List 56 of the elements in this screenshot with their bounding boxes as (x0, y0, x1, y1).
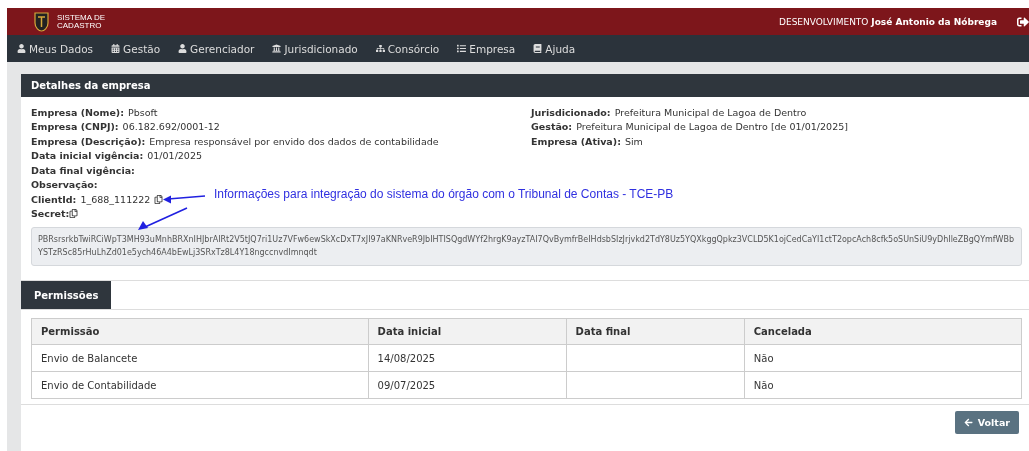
table-cell: 09/07/2025 (368, 371, 567, 399)
nav-item[interactable]: Meus Dados (17, 42, 94, 55)
user-icon (178, 44, 188, 53)
crest-logo-icon (34, 11, 49, 32)
field-label: Secret: (31, 208, 70, 220)
field-value: Pbsoft (128, 106, 158, 118)
field-label: Observação: (31, 179, 98, 191)
arrow-left-icon (963, 418, 973, 427)
column-header: Data inicial (368, 318, 567, 345)
nav-item[interactable]: Ajuda (533, 42, 576, 55)
tab[interactable]: Permissões (21, 281, 112, 309)
table-cell: Envio de Contabilidade (31, 371, 369, 399)
user-icon (17, 44, 26, 53)
list-icon (457, 44, 467, 53)
table-cell: Não (744, 371, 1022, 399)
field-label: Empresa (Descrição): (31, 135, 146, 147)
sitemap-icon (375, 44, 385, 53)
field-value: Prefeitura Municipal de Lagoa de Dentro [de 01/01/2025] (576, 121, 848, 133)
book-icon (533, 44, 543, 53)
back-button[interactable]: Voltar (954, 411, 1019, 434)
logout-icon[interactable] (1017, 15, 1029, 28)
calendar-icon (111, 44, 121, 53)
field-value: Empresa responsável por envido dos dados de contabilidade (149, 135, 439, 147)
secret-text-area[interactable]: PBRsrsrkbTwiRCiWpT3MH93uMnhBRXnIHJbrAIRt2V5tJQ7ri1Uz7VFw6ewSkXcDxT7xJI97aKNRveR9JbIHTISQgdWYf2hrgK9ayzTAI7QvBymfrBeIHdsbSIzJrjvkd2TdY8Uz5YQXkggQpkz3VCLD5K1ojCedCaYI1ctT2opcAch8cfk5oSUnSiU9yDhIleZBgQYmfWBbYSTzRSc85rHuLhZd01e5ych46A4bEwLj3SRxTz8L4Y18ngccnvdImnqdt (31, 227, 1022, 266)
copy-icon[interactable] (154, 194, 164, 204)
field-value: Prefeitura Municipal de Lagoa de Dentro (614, 106, 807, 118)
nav-item[interactable]: Gerenciador (178, 42, 255, 55)
user-info: DESENVOLVIMENTO José Antonio da Nóbrega (779, 16, 997, 27)
annotation-arrow (137, 207, 189, 231)
table-cell: Envio de Balancete (31, 344, 369, 372)
field-value: 1_688_111222 (80, 193, 151, 205)
bank-icon (272, 44, 282, 53)
column-header: Data final (566, 318, 745, 345)
panel-title: Detalhes da empresa (21, 74, 1029, 97)
field-label: Empresa (CNPJ): (31, 121, 119, 133)
nav-item[interactable]: Consórcio (375, 42, 440, 55)
copy-icon[interactable] (69, 209, 79, 219)
field-label: Empresa (Nome): (31, 106, 124, 118)
field-label: Jurisdicionado: (531, 106, 611, 118)
annotation-text: Informações para integração do sistema do órgão com o Tribunal de Contas - TCE-PB (214, 187, 674, 201)
field-label: Data final vigência: (31, 164, 135, 176)
column-header: Cancelada (744, 318, 1022, 345)
field-value: 06.182.692/0001-12 (122, 121, 220, 133)
field-value: 01/01/2025 (147, 150, 202, 162)
field-value: Sim (624, 135, 643, 147)
table-cell: 14/08/2025 (368, 344, 567, 372)
field-label: ClientId: (31, 193, 77, 205)
field-label: Empresa (Ativa): (531, 135, 621, 147)
field-label: Data inicial vigência: (31, 150, 144, 162)
field-label: Gestão: (531, 121, 573, 133)
column-header: Permissão (31, 318, 369, 345)
nav-item[interactable]: Jurisdicionado (272, 42, 358, 55)
nav-item[interactable]: Empresa (457, 42, 516, 55)
brand-title: SISTEMA DE CADASTRO (57, 13, 105, 30)
nav-item[interactable]: Gestão (111, 42, 161, 55)
table-cell: Não (744, 344, 1022, 372)
